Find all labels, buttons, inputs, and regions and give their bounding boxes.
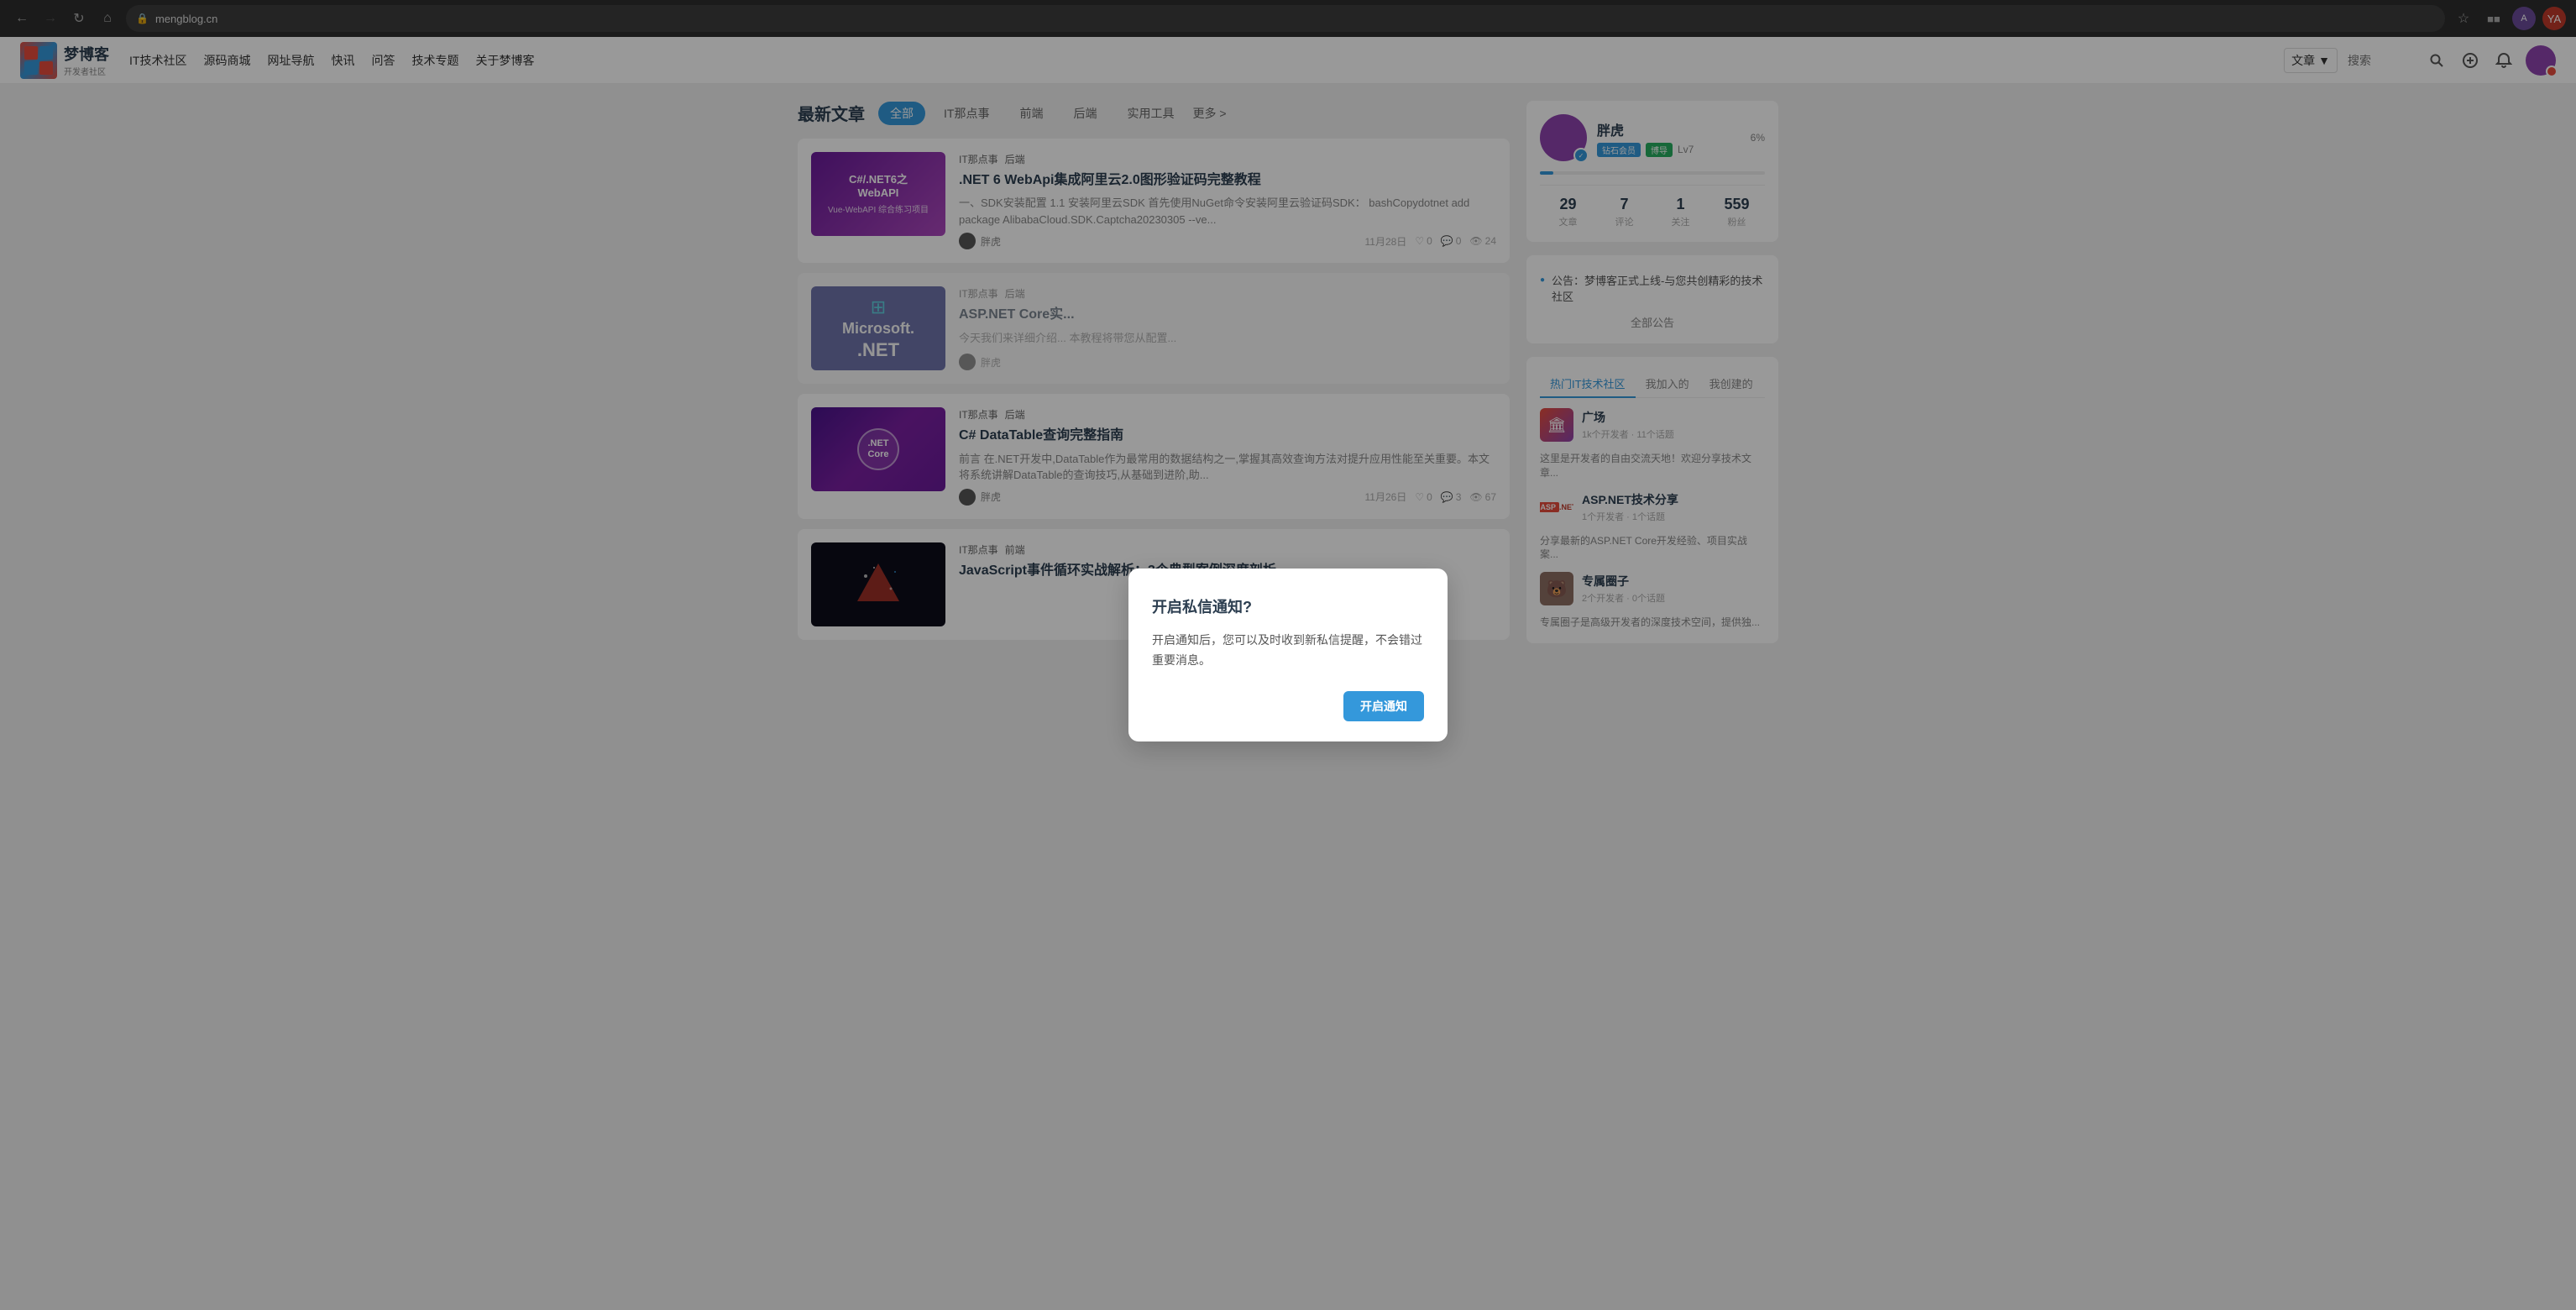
modal-footer: 开启通知 — [1152, 691, 1424, 721]
modal-confirm-button[interactable]: 开启通知 — [1343, 691, 1424, 721]
modal-overlay[interactable]: 开启私信通知? 开启通知后，您可以及时收到新私信提醒，不会错过重要消息。 开启通… — [0, 0, 2576, 1310]
modal-title: 开启私信通知? — [1152, 595, 1424, 617]
modal-box: 开启私信通知? 开启通知后，您可以及时收到新私信提醒，不会错过重要消息。 开启通… — [1128, 569, 1448, 741]
modal-body: 开启通知后，您可以及时收到新私信提醒，不会错过重要消息。 — [1152, 631, 1424, 671]
